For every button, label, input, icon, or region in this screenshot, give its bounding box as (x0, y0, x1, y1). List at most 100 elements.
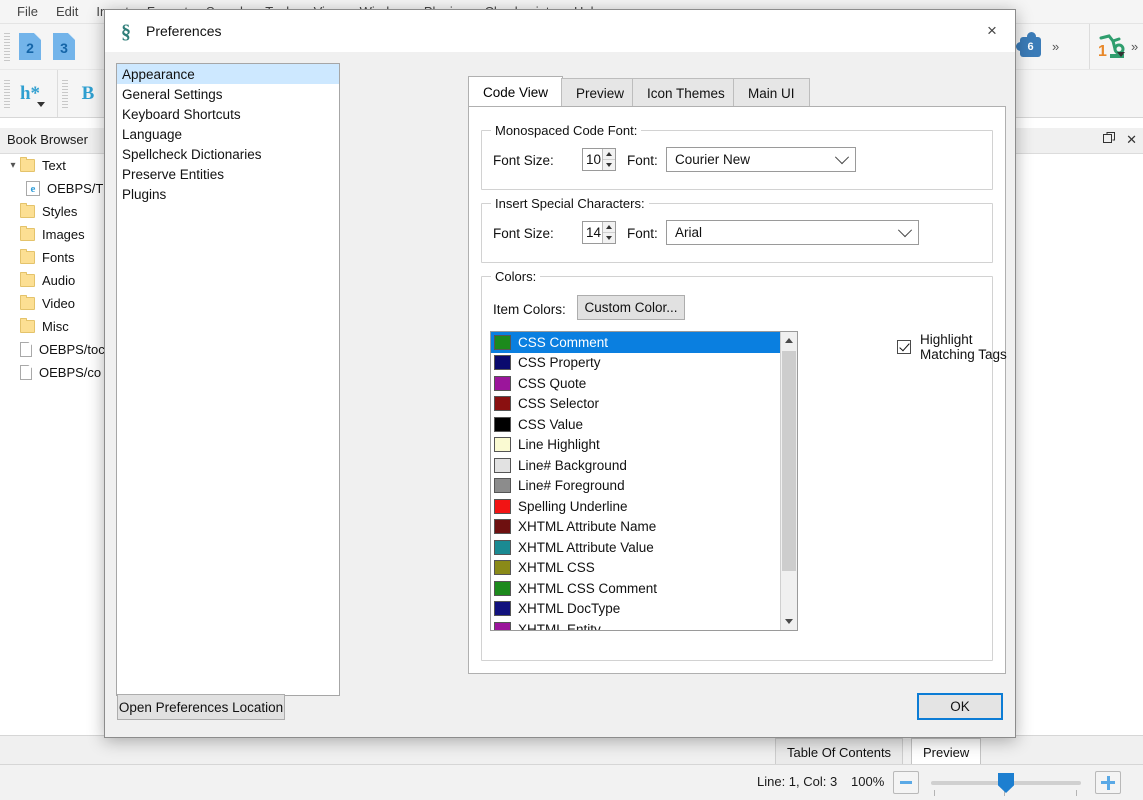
sidebar-item-spellcheck-dictionaries[interactable]: Spellcheck Dictionaries (117, 144, 339, 164)
tab-preview[interactable]: Preview (911, 738, 982, 765)
color-list-scrollbar[interactable] (780, 332, 797, 630)
menu-edit[interactable]: Edit (47, 2, 87, 21)
automate-number-label: 1 (1098, 42, 1107, 60)
zoom-in-button[interactable] (1095, 771, 1121, 794)
open-preferences-location-button[interactable]: Open Preferences Location (117, 694, 285, 720)
toolbar-grip-hstar[interactable] (4, 79, 10, 108)
expand-chevron-icon[interactable]: ▾ (6, 160, 20, 171)
list-item[interactable]: Spelling Underline (491, 496, 797, 517)
sidebar-item-label: Language (122, 126, 183, 142)
bold-button[interactable]: B (71, 77, 105, 111)
special-font-label: Font: (627, 226, 658, 241)
chevron-down-icon[interactable] (829, 149, 855, 165)
list-item-label: XHTML Attribute Name (518, 519, 657, 535)
highlight-matching-tags-row[interactable]: Highlight Matching Tags (897, 332, 1015, 362)
list-item-label: CSS Comment (518, 334, 609, 350)
special-font-combobox[interactable]: Arial (666, 220, 919, 245)
heading-2-label: 2 (26, 40, 34, 56)
tab-preview[interactable]: Preview (561, 78, 640, 107)
custom-color-button[interactable]: Custom Color... (577, 295, 685, 320)
list-item[interactable]: XHTML CSS (491, 558, 797, 579)
spinner-up-icon[interactable] (603, 222, 615, 233)
toolbar-overflow-plugins[interactable]: » (1048, 39, 1063, 54)
preferences-tab-bar: Code View Preview Icon Themes Main UI (468, 76, 1006, 107)
automate-button[interactable]: 1 (1097, 30, 1127, 64)
sidebar-item-label: Spellcheck Dictionaries (122, 146, 262, 162)
sidebar-item-preserve-entities[interactable]: Preserve Entities (117, 164, 339, 184)
preferences-dialog: § Preferences × Appearance General Setti… (104, 9, 1016, 738)
plugin-button[interactable]: 6 (1014, 30, 1048, 64)
heading-3-button[interactable]: 3 (47, 30, 81, 64)
close-icon[interactable]: ✕ (1126, 131, 1137, 149)
highlight-matching-tags-checkbox[interactable] (897, 340, 911, 354)
mono-font-size-spinner[interactable]: 10 (582, 148, 616, 171)
list-item[interactable]: CSS Selector (491, 394, 797, 415)
tab-icon-themes[interactable]: Icon Themes (632, 78, 740, 107)
list-item[interactable]: XHTML Attribute Value (491, 537, 797, 558)
ok-button-label: OK (950, 699, 970, 714)
list-item[interactable]: CSS Property (491, 353, 797, 374)
float-icon[interactable] (1103, 131, 1116, 149)
item-colors-list[interactable]: CSS Comment CSS Property CSS Quote CSS S… (490, 331, 798, 631)
sidebar-item-plugins[interactable]: Plugins (117, 184, 339, 204)
toolbar-grip[interactable] (4, 32, 10, 61)
list-item-label: CSS Quote (518, 375, 587, 391)
spinner-down-icon[interactable] (603, 160, 615, 170)
preferences-category-list[interactable]: Appearance General Settings Keyboard Sho… (116, 63, 340, 696)
chevron-down-icon[interactable] (1117, 51, 1125, 57)
tree-item-label: Text (42, 158, 66, 173)
tab-label: Preview (923, 744, 970, 760)
list-item[interactable]: Line# Foreground (491, 476, 797, 497)
zoom-slider-thumb[interactable] (998, 773, 1014, 793)
sidebar-item-language[interactable]: Language (117, 124, 339, 144)
list-item[interactable]: XHTML Entity (491, 619, 797, 630)
color-swatch (494, 621, 511, 630)
list-item[interactable]: CSS Comment (491, 332, 797, 353)
toolbar-overflow-automate[interactable]: » (1127, 39, 1142, 54)
highlight-matching-tags-label: Highlight Matching Tags (920, 332, 1007, 362)
dialog-close-button[interactable]: × (969, 10, 1015, 52)
scroll-down-icon[interactable] (781, 613, 797, 630)
color-swatch (494, 498, 511, 514)
scrollbar-thumb[interactable] (782, 351, 796, 571)
tab-code-view[interactable]: Code View (468, 76, 564, 107)
sidebar-item-keyboard-shortcuts[interactable]: Keyboard Shortcuts (117, 104, 339, 124)
spinner-up-icon[interactable] (603, 149, 615, 160)
chevron-down-icon-hstar[interactable] (37, 101, 45, 107)
file-icon (20, 342, 32, 357)
tab-main-ui[interactable]: Main UI (733, 78, 810, 107)
custom-color-button-label: Custom Color... (584, 300, 678, 315)
slider-tick-min (934, 790, 935, 796)
sidebar-item-label: General Settings (122, 86, 223, 102)
dialog-titlebar[interactable]: § Preferences × (105, 10, 1015, 52)
spinner-down-icon[interactable] (603, 233, 615, 243)
heading-2-button[interactable]: 2 (13, 30, 47, 64)
list-item[interactable]: XHTML DocType (491, 599, 797, 620)
status-bar: Line: 1, Col: 3 100% (0, 764, 1143, 800)
list-item[interactable]: XHTML CSS Comment (491, 578, 797, 599)
chevron-down-icon[interactable] (892, 222, 918, 238)
color-swatch (494, 437, 511, 453)
list-item[interactable]: Line Highlight (491, 435, 797, 456)
special-font-size-value: 14 (585, 225, 602, 240)
sidebar-item-general-settings[interactable]: General Settings (117, 84, 339, 104)
heading-2-icon: 2 (19, 33, 41, 60)
list-item[interactable]: Line# Background (491, 455, 797, 476)
color-swatch (494, 478, 511, 494)
list-item[interactable]: XHTML Attribute Name (491, 517, 797, 538)
menu-file[interactable]: File (8, 2, 47, 21)
list-item[interactable]: CSS Quote (491, 373, 797, 394)
color-swatch (494, 601, 511, 617)
zoom-out-button[interactable] (893, 771, 919, 794)
tree-item-label: Audio (42, 273, 76, 288)
heading-multi-button[interactable]: h* (13, 77, 47, 111)
heading-3-icon: 3 (53, 33, 75, 60)
tab-table-of-contents[interactable]: Table Of Contents (775, 738, 904, 765)
special-font-size-spinner[interactable]: 14 (582, 221, 616, 244)
mono-font-combobox[interactable]: Courier New (666, 147, 856, 172)
scroll-up-icon[interactable] (781, 332, 797, 349)
sidebar-item-appearance[interactable]: Appearance (117, 64, 339, 84)
ok-button[interactable]: OK (917, 693, 1003, 720)
toolbar-grip-bold[interactable] (62, 79, 68, 108)
list-item[interactable]: CSS Value (491, 414, 797, 435)
